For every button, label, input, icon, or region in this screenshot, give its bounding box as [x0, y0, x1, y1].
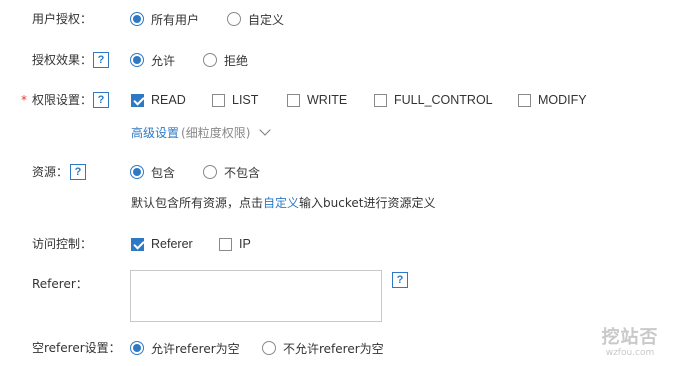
- auth-effect-row: 授权效果： ? 允许 拒绝: [0, 49, 680, 71]
- radio-selected-icon[interactable]: [130, 53, 144, 67]
- resource-row: 资源： ? 包含 不包含: [0, 161, 680, 183]
- auth-effect-option-deny[interactable]: 拒绝: [203, 49, 248, 71]
- resource-hint-suffix: 输入bucket进行资源定义: [299, 196, 436, 210]
- permission-list-checkbox[interactable]: LIST: [212, 89, 258, 111]
- help-icon[interactable]: ?: [70, 164, 86, 180]
- radio-selected-icon[interactable]: [130, 165, 144, 179]
- checkbox-unchecked-icon[interactable]: [287, 93, 300, 107]
- user-auth-label: 用户授权：: [32, 12, 93, 26]
- checkbox-unchecked-icon[interactable]: [518, 93, 531, 107]
- checkbox-label: FULL_CONTROL: [394, 93, 493, 107]
- access-control-row: 访问控制： Referer IP: [0, 233, 680, 255]
- permission-read-checkbox[interactable]: READ: [131, 89, 186, 111]
- radio-selected-icon[interactable]: [130, 12, 144, 26]
- help-icon[interactable]: ?: [93, 92, 109, 108]
- referer-label: Referer：: [32, 277, 88, 291]
- watermark-logo: 挖站否 wzfou.com: [594, 328, 666, 359]
- checkbox-label: WRITE: [307, 93, 348, 107]
- resource-hint: 默认包含所有资源，点击自定义输入bucket进行资源定义: [131, 193, 435, 213]
- resource-label: 资源：: [32, 165, 69, 179]
- radio-unselected-icon[interactable]: [203, 53, 217, 67]
- empty-referer-option-allow[interactable]: 允许referer为空: [130, 337, 240, 359]
- resource-option-include[interactable]: 包含: [130, 161, 175, 183]
- checkbox-label: IP: [239, 237, 251, 251]
- option-label: 所有用户: [151, 12, 200, 27]
- help-icon[interactable]: ?: [93, 52, 109, 68]
- permissions-row: * 权限设置： ? READ LIST WRITE FULL_CONTROL MO…: [0, 89, 680, 111]
- radio-unselected-icon[interactable]: [262, 341, 276, 355]
- checkbox-checked-icon[interactable]: [131, 93, 144, 107]
- advanced-settings-link[interactable]: 高级设置: [131, 124, 179, 141]
- help-icon[interactable]: ?: [392, 272, 408, 288]
- user-auth-option-all[interactable]: 所有用户: [130, 8, 199, 30]
- checkbox-label: READ: [151, 93, 186, 107]
- checkbox-unchecked-icon[interactable]: [212, 93, 225, 107]
- empty-referer-row: 空referer设置： 允许referer为空 不允许referer为空: [0, 337, 680, 359]
- resource-option-exclude[interactable]: 不包含: [203, 161, 260, 183]
- radio-unselected-icon[interactable]: [203, 165, 217, 179]
- empty-referer-label: 空referer设置：: [32, 341, 121, 355]
- empty-referer-option-deny[interactable]: 不允许referer为空: [262, 337, 384, 359]
- auth-effect-option-allow[interactable]: 允许: [130, 49, 175, 71]
- radio-selected-icon[interactable]: [130, 341, 144, 355]
- option-label: 自定义: [248, 12, 285, 27]
- advanced-settings-subtitle: (细粒度权限): [181, 125, 251, 140]
- permission-modify-checkbox[interactable]: MODIFY: [518, 89, 587, 111]
- permissions-label-text: 权限设置：: [32, 93, 93, 107]
- checkbox-unchecked-icon[interactable]: [219, 237, 232, 251]
- permission-full-control-checkbox[interactable]: FULL_CONTROL: [374, 89, 493, 111]
- option-label: 不允许referer为空: [283, 341, 384, 356]
- resource-hint-prefix: 默认包含所有资源，点击: [131, 196, 264, 210]
- permission-write-checkbox[interactable]: WRITE: [287, 89, 347, 111]
- watermark-main: 挖站否: [601, 327, 659, 348]
- auth-effect-label: 授权效果：: [32, 53, 93, 67]
- radio-unselected-icon[interactable]: [227, 12, 241, 26]
- user-auth-row: 用户授权： 所有用户 自定义: [0, 8, 680, 30]
- required-mark: *: [21, 93, 27, 107]
- resource-custom-link[interactable]: 自定义: [263, 196, 299, 210]
- access-ip-checkbox[interactable]: IP: [219, 233, 251, 255]
- watermark-url: wzfou.com: [605, 348, 655, 358]
- access-control-label: 访问控制：: [32, 237, 93, 251]
- checkbox-label: MODIFY: [538, 93, 587, 107]
- advanced-settings-toggle[interactable]: 高级设置 (细粒度权限): [131, 122, 272, 142]
- checkbox-label: Referer: [151, 237, 193, 251]
- checkbox-checked-icon[interactable]: [131, 237, 144, 251]
- option-label: 允许: [151, 53, 176, 68]
- checkbox-label: LIST: [232, 93, 259, 107]
- option-label: 包含: [151, 165, 176, 180]
- user-auth-option-custom[interactable]: 自定义: [227, 8, 284, 30]
- checkbox-unchecked-icon[interactable]: [374, 93, 387, 107]
- referer-input[interactable]: [130, 270, 382, 322]
- access-referer-checkbox[interactable]: Referer: [131, 233, 193, 255]
- chevron-down-icon[interactable]: [259, 123, 272, 136]
- option-label: 不包含: [224, 165, 261, 180]
- option-label: 拒绝: [224, 53, 249, 68]
- permissions-label: * 权限设置：: [21, 89, 93, 111]
- option-label: 允许referer为空: [151, 341, 240, 356]
